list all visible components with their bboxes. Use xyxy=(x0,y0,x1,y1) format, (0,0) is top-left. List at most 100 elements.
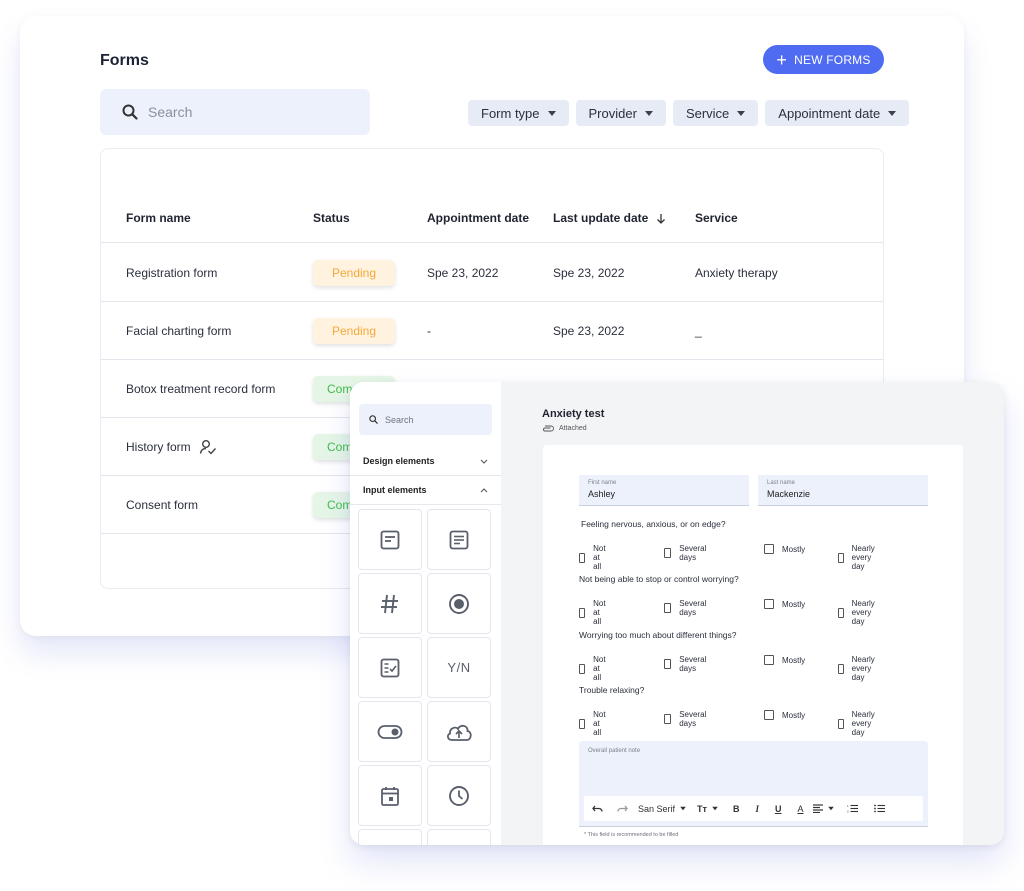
checkbox[interactable] xyxy=(664,714,672,724)
toggle-element[interactable] xyxy=(358,701,422,762)
answer-option[interactable]: Mostly xyxy=(764,599,805,609)
design-elements-section[interactable]: Design elements xyxy=(350,447,501,476)
checkbox[interactable] xyxy=(838,663,844,674)
numbered-list-icon[interactable]: 12 xyxy=(847,804,859,813)
checkbox[interactable] xyxy=(838,718,844,729)
answer-option[interactable]: Nearly every day xyxy=(838,655,879,682)
number-element[interactable] xyxy=(358,573,422,634)
align-icon[interactable] xyxy=(813,804,824,813)
filter-service[interactable]: Service xyxy=(672,100,759,126)
answer-option[interactable]: Nearly every day xyxy=(838,599,879,626)
checkbox[interactable] xyxy=(664,548,672,558)
column-appointment-date[interactable]: Appointment date xyxy=(427,211,529,225)
option-label: Not at all xyxy=(593,710,606,737)
search-input[interactable] xyxy=(148,104,348,120)
undo-icon[interactable] xyxy=(592,805,603,813)
filter-provider[interactable]: Provider xyxy=(575,100,666,126)
answer-option[interactable]: Mostly xyxy=(764,655,805,665)
text-color-icon[interactable]: A xyxy=(797,804,803,814)
more-element[interactable] xyxy=(358,829,422,845)
text-size-icon[interactable]: Tт xyxy=(697,804,707,814)
last-name-field[interactable]: Last name Mackenzie xyxy=(758,475,928,506)
long-text-element[interactable] xyxy=(427,509,491,570)
checkbox[interactable] xyxy=(664,659,672,669)
cell-form-name: Consent form xyxy=(126,498,199,512)
answer-option[interactable]: Nearly every day xyxy=(838,544,879,571)
patient-note-field[interactable]: Overall patient note San Serif Tт B I U xyxy=(579,741,928,827)
checkbox[interactable] xyxy=(764,655,774,665)
palette-search[interactable]: Search xyxy=(359,404,492,435)
cell-form-name: Facial charting form xyxy=(126,324,232,338)
checkbox[interactable] xyxy=(579,607,586,618)
new-forms-button[interactable]: + NEW FORMS xyxy=(763,45,884,74)
table-row[interactable]: Registration form Pending Spe 23, 2022 S… xyxy=(101,244,883,302)
answer-option[interactable]: Mostly xyxy=(764,710,805,720)
search-bar[interactable] xyxy=(100,89,370,135)
column-last-update-date[interactable]: Last update date xyxy=(553,211,666,225)
answer-option[interactable]: Nearly every day xyxy=(838,710,879,737)
checkbox[interactable] xyxy=(838,607,844,618)
filter-appointment-date[interactable]: Appointment date xyxy=(765,100,910,126)
answer-option[interactable]: Not at all xyxy=(579,544,609,571)
short-text-element[interactable] xyxy=(358,509,422,570)
first-name-field[interactable]: First name Ashley xyxy=(579,475,749,506)
checkbox[interactable] xyxy=(664,603,672,613)
bullet-list-icon[interactable] xyxy=(874,804,886,813)
answer-option[interactable]: Several days xyxy=(664,655,709,673)
checkbox[interactable] xyxy=(764,599,774,609)
chevron-up-icon xyxy=(480,487,488,492)
checkbox[interactable] xyxy=(579,663,586,674)
answer-option[interactable]: Several days xyxy=(664,599,709,617)
italic-icon[interactable]: I xyxy=(755,804,759,814)
more-element[interactable] xyxy=(427,829,491,845)
filter-form-type[interactable]: Form type xyxy=(468,100,569,126)
search-icon xyxy=(369,415,378,424)
checkbox[interactable] xyxy=(579,552,586,563)
form-sheet: First name Ashley Last name Mackenzie Fe… xyxy=(543,445,963,845)
date-element[interactable] xyxy=(358,765,422,826)
paperclip-icon xyxy=(543,425,554,432)
upload-element[interactable] xyxy=(427,701,491,762)
option-label: Nearly every day xyxy=(851,655,875,682)
column-status[interactable]: Status xyxy=(313,211,350,225)
time-element[interactable] xyxy=(427,765,491,826)
question-label: Trouble relaxing? xyxy=(579,685,645,695)
checkbox[interactable] xyxy=(764,544,774,554)
answer-option[interactable]: Several days xyxy=(664,544,709,562)
font-select[interactable]: San Serif xyxy=(638,804,675,814)
underline-icon[interactable]: U xyxy=(775,804,782,814)
cell-last-update-date: Spe 23, 2022 xyxy=(553,324,625,338)
column-service[interactable]: Service xyxy=(695,211,738,225)
status-badge: Pending xyxy=(313,260,395,286)
attachment-indicator[interactable]: Attached xyxy=(542,425,587,432)
option-label: Nearly every day xyxy=(851,599,875,626)
option-label: Nearly every day xyxy=(851,710,875,737)
answer-option[interactable]: Several days xyxy=(664,710,709,728)
yes-no-element[interactable]: Y/N xyxy=(427,637,491,698)
question-label: Not being able to stop or control worryi… xyxy=(579,574,739,584)
checkbox[interactable] xyxy=(838,552,844,563)
table-row[interactable]: Facial charting form Pending - Spe 23, 2… xyxy=(101,302,883,360)
column-form-name[interactable]: Form name xyxy=(126,211,191,225)
status-badge: Pending xyxy=(313,318,395,344)
answer-option[interactable]: Mostly xyxy=(764,544,805,554)
checkbox[interactable] xyxy=(579,718,586,729)
toggle-icon xyxy=(377,724,403,739)
option-label: Mostly xyxy=(782,599,806,609)
chevron-down-icon xyxy=(480,459,488,464)
option-label: Several days xyxy=(679,710,707,728)
checkbox[interactable] xyxy=(764,710,774,720)
answer-option[interactable]: Not at all xyxy=(579,655,609,682)
input-elements-grid: Y/N xyxy=(358,509,492,845)
input-elements-section[interactable]: Input elements xyxy=(350,476,501,505)
radio-element[interactable] xyxy=(427,573,491,634)
checklist-element[interactable] xyxy=(358,637,422,698)
column-label: Service xyxy=(695,211,738,225)
number-icon xyxy=(381,594,398,613)
table-header: Form name Status Appointment date Last u… xyxy=(101,197,883,243)
answer-option[interactable]: Not at all xyxy=(579,599,609,626)
answer-option[interactable]: Not at all xyxy=(579,710,609,737)
bold-icon[interactable]: B xyxy=(733,804,740,814)
rich-text-toolbar: San Serif Tт B I U A 12 xyxy=(584,796,923,821)
redo-icon[interactable] xyxy=(617,805,628,813)
